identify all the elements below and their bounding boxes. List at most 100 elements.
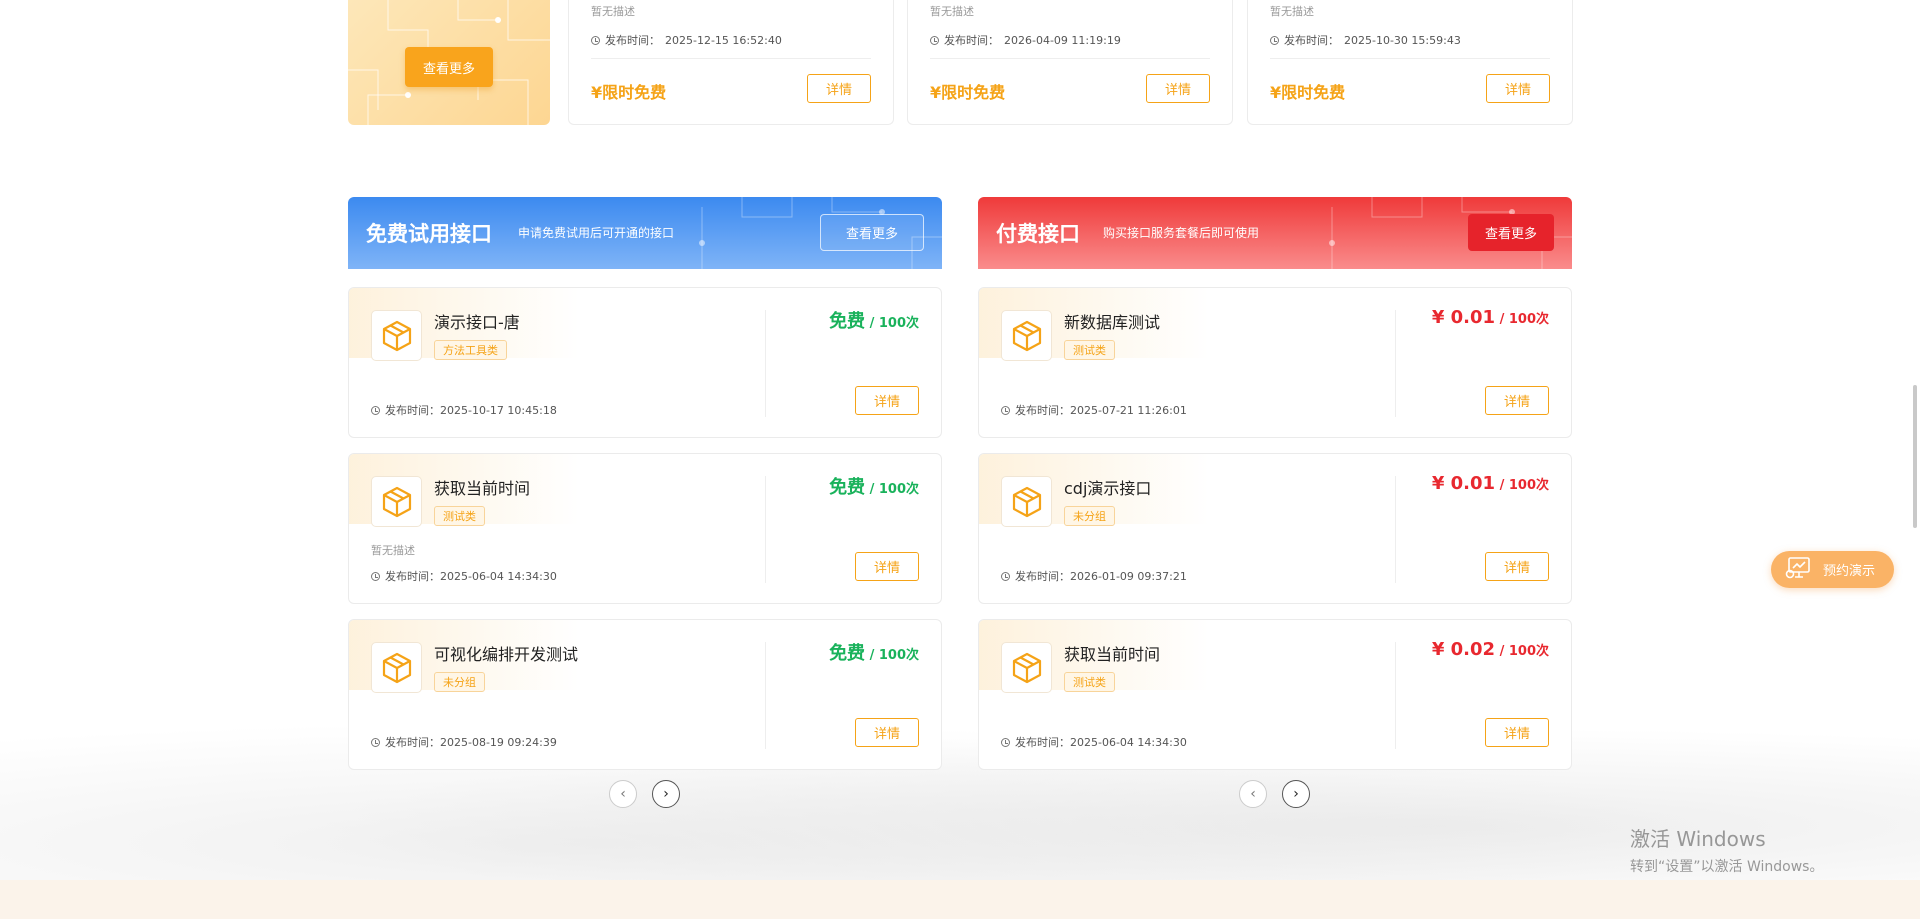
detail-button[interactable]: 详情 [855, 386, 919, 415]
clock-icon [1001, 571, 1010, 581]
price-unit: / 100次 [1495, 478, 1549, 493]
paid-prev-button[interactable]: ‹ [1239, 780, 1267, 808]
cube-icon [1001, 642, 1052, 693]
time-label: 发布时间： [385, 736, 440, 749]
footer-band [0, 880, 1920, 919]
watermark-line1: 激活 Windows [1630, 827, 1766, 851]
cube-icon [1001, 310, 1052, 361]
api-desc: 暂无描述 [371, 544, 415, 557]
paid-api-banner: 付费接口 购买接口服务套餐后即可使用 查看更多 [978, 197, 1572, 269]
price-free: ¥限时免费 [591, 83, 667, 102]
time-value: 2025-07-21 11:26:01 [1070, 403, 1187, 417]
time-label: 发布时间： [385, 404, 440, 417]
free-api-subtitle: 申请免费试用后可开通的接口 [518, 226, 675, 240]
scrollbar-thumb[interactable] [1913, 385, 1917, 528]
cube-icon [1001, 476, 1052, 527]
api-price: ¥ 0.02 / 100次 [1432, 639, 1549, 660]
paid-api-card[interactable]: 新数据库测试 测试类 发布时间： 2025-07-21 11:26:01 ¥ 0.… [978, 287, 1572, 438]
divider [591, 58, 871, 59]
price-value: ¥ 0.01 [1431, 473, 1496, 494]
price-unit: / 100次 [1495, 644, 1549, 659]
api-time: 发布时间： 2026-01-09 09:37:21 [1001, 568, 1187, 584]
time-value: 2025-06-04 14:34:30 [1070, 735, 1187, 749]
api-tag: 方法工具类 [434, 340, 507, 360]
free-api-banner: 免费试用接口 申请免费试用后可开通的接口 查看更多 [348, 197, 942, 269]
api-time: 发布时间： 2025-10-17 10:45:18 [371, 402, 557, 418]
promo-card: 查看更多 [348, 0, 550, 125]
card-time: 发布时间： 2025-12-15 16:52:40 [591, 32, 782, 48]
api-time: 发布时间： 2025-06-04 14:34:30 [371, 568, 557, 584]
price-unit: / 100次 [865, 648, 919, 663]
time-value: 2025-06-04 14:34:30 [440, 569, 557, 583]
paid-api-card[interactable]: cdj演示接口 未分组 发布时间： 2026-01-09 09:37:21 ¥ 0… [978, 453, 1572, 604]
time-value: 2026-04-09 11:19:19 [1004, 33, 1121, 47]
free-api-more-button[interactable]: 查看更多 [820, 214, 924, 251]
top-card-2: 暂无描述 发布时间： 2026-04-09 11:19:19 ¥限时免费 详情 [907, 0, 1233, 125]
time-label: 发布时间： [1015, 404, 1070, 417]
promo-more-button[interactable]: 查看更多 [405, 47, 493, 87]
detail-button[interactable]: 详情 [1146, 74, 1210, 103]
detail-button[interactable]: 详情 [855, 552, 919, 581]
price-unit: / 100次 [865, 482, 919, 497]
price-unit: / 100次 [865, 316, 919, 331]
price-value: 免费 [829, 311, 866, 332]
free-api-card[interactable]: 可视化编排开发测试 未分组 发布时间： 2025-08-19 09:24:39 免… [348, 619, 942, 770]
price-value: ¥ 0.01 [1431, 307, 1496, 328]
clock-icon [1001, 405, 1010, 415]
price-value: ¥ 0.02 [1431, 639, 1496, 660]
time-value: 2025-10-17 10:45:18 [440, 403, 557, 417]
clock-icon [371, 405, 380, 415]
detail-button[interactable]: 详情 [1486, 74, 1550, 103]
paid-next-button[interactable]: › [1282, 780, 1310, 808]
time-label: 发布时间： [944, 34, 999, 47]
detail-button[interactable]: 详情 [855, 718, 919, 747]
paid-api-title: 付费接口 [996, 222, 1080, 246]
detail-button[interactable]: 详情 [807, 74, 871, 103]
top-card-1: 暂无描述 发布时间： 2025-12-15 16:52:40 ¥限时免费 详情 [568, 0, 894, 125]
paid-api-subtitle: 购买接口服务套餐后即可使用 [1103, 226, 1260, 240]
time-label: 发布时间： [1284, 34, 1339, 47]
api-price: ¥ 0.01 / 100次 [1432, 473, 1549, 494]
paid-api-card[interactable]: 获取当前时间 测试类 发布时间： 2025-06-04 14:34:30 ¥ 0.… [978, 619, 1572, 770]
clock-icon [371, 571, 380, 581]
watermark-line2: 转到“设置”以激活 Windows。 [1630, 859, 1824, 875]
free-api-card[interactable]: 演示接口-唐 方法工具类 发布时间： 2025-10-17 10:45:18 免费… [348, 287, 942, 438]
api-price: 免费 / 100次 [829, 473, 919, 499]
time-label: 发布时间： [1015, 570, 1070, 583]
api-tag: 测试类 [1064, 672, 1115, 692]
api-tag: 未分组 [434, 672, 485, 692]
chart-monitor-icon [1785, 556, 1811, 583]
card-desc: 暂无描述 [930, 5, 974, 18]
clock-icon [930, 35, 939, 45]
time-label: 发布时间： [1015, 736, 1070, 749]
detail-button[interactable]: 详情 [1485, 552, 1549, 581]
time-label: 发布时间： [605, 34, 660, 47]
cube-icon [371, 310, 422, 361]
top-card-3: 暂无描述 发布时间： 2025-10-30 15:59:43 ¥限时免费 详情 [1247, 0, 1573, 125]
detail-button[interactable]: 详情 [1485, 386, 1549, 415]
free-next-button[interactable]: › [652, 780, 680, 808]
cube-icon [371, 476, 422, 527]
free-prev-button[interactable]: ‹ [609, 780, 637, 808]
book-demo-label: 预约演示 [1823, 564, 1876, 579]
windows-activation-watermark: 激活 Windows 转到“设置”以激活 Windows。 [1630, 823, 1823, 876]
card-desc: 暂无描述 [1270, 5, 1314, 18]
api-time: 发布时间： 2025-08-19 09:24:39 [371, 734, 557, 750]
api-time: 发布时间： 2025-07-21 11:26:01 [1001, 402, 1187, 418]
api-price: ¥ 0.01 / 100次 [1432, 307, 1549, 328]
time-value: 2026-01-09 09:37:21 [1070, 569, 1187, 583]
paid-api-more-button[interactable]: 查看更多 [1468, 214, 1554, 251]
card-time: 发布时间： 2025-10-30 15:59:43 [1270, 32, 1461, 48]
api-name: 可视化编排开发测试 [434, 645, 579, 664]
free-api-card[interactable]: 获取当前时间 测试类 暂无描述 发布时间： 2025-06-04 14:34:30… [348, 453, 942, 604]
card-time: 发布时间： 2026-04-09 11:19:19 [930, 32, 1121, 48]
api-tag: 测试类 [1064, 340, 1115, 360]
book-demo-button[interactable]: 预约演示 [1771, 551, 1894, 588]
price-value: 免费 [829, 643, 866, 664]
free-api-title: 免费试用接口 [366, 222, 492, 246]
detail-button[interactable]: 详情 [1485, 718, 1549, 747]
divider [1270, 58, 1550, 59]
api-price: 免费 / 100次 [829, 307, 919, 333]
price-free: ¥限时免费 [1270, 83, 1346, 102]
time-value: 2025-10-30 15:59:43 [1344, 33, 1461, 47]
